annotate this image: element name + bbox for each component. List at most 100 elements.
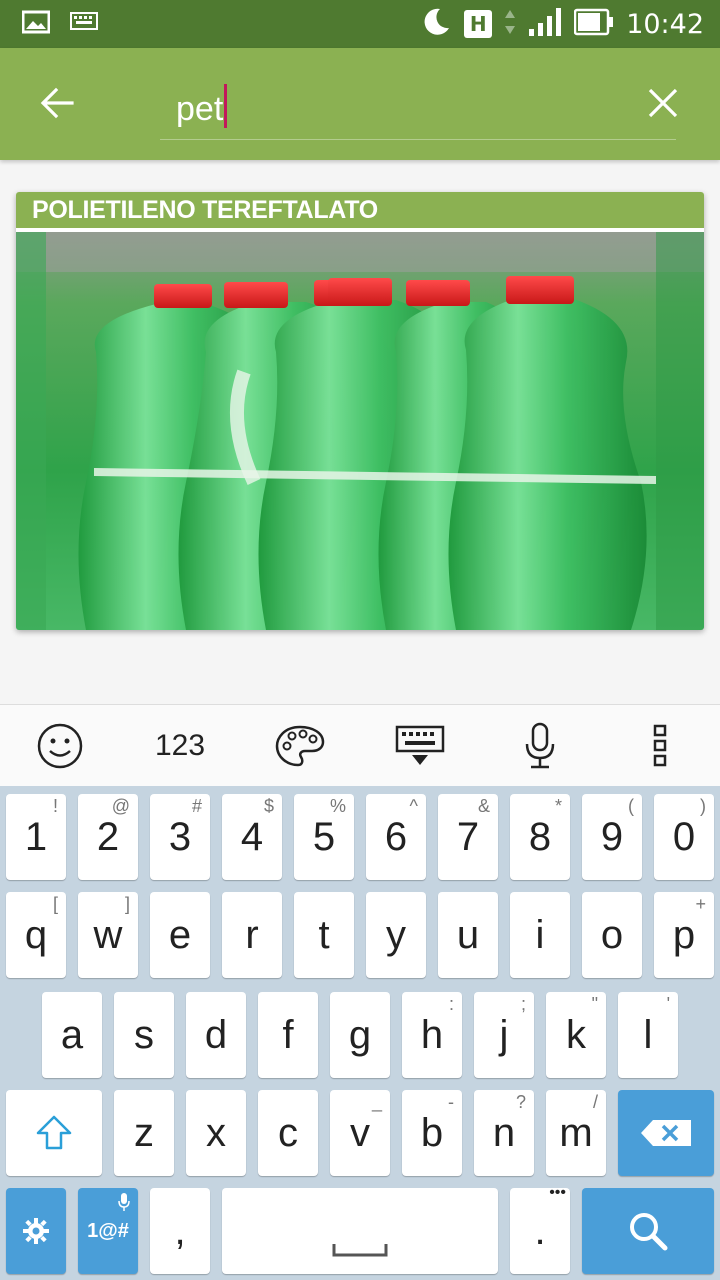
- search-key[interactable]: [582, 1188, 714, 1274]
- key-8[interactable]: 8 *: [510, 794, 570, 880]
- key-n[interactable]: n?: [474, 1090, 534, 1176]
- hide-keyboard-button[interactable]: [360, 705, 480, 787]
- key-label: 4: [240, 814, 264, 859]
- symbols-key[interactable]: 1@#: [78, 1188, 138, 1274]
- key-hint: &: [477, 796, 490, 816]
- key-5[interactable]: 5%: [294, 794, 354, 880]
- numbers-label: 123: [154, 729, 206, 762]
- key-3[interactable]: 3 #: [150, 794, 210, 880]
- key-0[interactable]: 0): [654, 794, 714, 880]
- key-o[interactable]: o: [582, 892, 642, 978]
- gear-icon: [23, 1218, 49, 1244]
- key-hint: /: [592, 1092, 598, 1112]
- key-label: x: [206, 1110, 226, 1155]
- key-e[interactable]: e: [150, 892, 210, 978]
- network-type-badge: H: [464, 10, 493, 38]
- key-7[interactable]: 7 &: [438, 794, 498, 880]
- key-m[interactable]: m /: [546, 1090, 606, 1176]
- key-hint: [: [52, 894, 58, 914]
- key-d[interactable]: d: [186, 992, 246, 1078]
- key-1[interactable]: 1!: [6, 794, 66, 880]
- more-vert-icon: [653, 724, 667, 767]
- numbers-button[interactable]: 123: [120, 705, 240, 787]
- signal-icon: [528, 7, 562, 41]
- search-icon: [630, 1213, 668, 1251]
- key-r[interactable]: r: [222, 892, 282, 978]
- shift-key[interactable]: [6, 1090, 102, 1176]
- key-hint: $: [263, 796, 274, 816]
- key-g[interactable]: g: [330, 992, 390, 1078]
- key-label: f: [282, 1012, 294, 1057]
- clear-search-button[interactable]: [636, 76, 690, 130]
- key-k[interactable]: k ": [546, 992, 606, 1078]
- key-hint: (: [628, 796, 634, 816]
- key-hint: @: [111, 796, 130, 816]
- keyboard-hide-icon: [395, 725, 445, 765]
- back-button[interactable]: [30, 76, 84, 130]
- key-z[interactable]: z: [114, 1090, 174, 1176]
- key-hint: -: [448, 1092, 454, 1112]
- space-key[interactable]: [222, 1188, 498, 1274]
- key-9[interactable]: 9(: [582, 794, 642, 880]
- settings-key[interactable]: [6, 1188, 66, 1274]
- key-a[interactable]: a: [42, 992, 102, 1078]
- key-i[interactable]: i: [510, 892, 570, 978]
- status-bar: H 10:42: [0, 0, 720, 48]
- key-label: 7: [456, 814, 480, 859]
- period-key[interactable]: . •••: [510, 1184, 570, 1274]
- key-w[interactable]: w]: [78, 892, 138, 978]
- key-s[interactable]: s: [114, 992, 174, 1078]
- key-label: 2: [96, 814, 120, 859]
- emoji-button[interactable]: [0, 705, 120, 787]
- key-4[interactable]: 4 $: [222, 794, 282, 880]
- comma-key[interactable]: ,: [150, 1188, 210, 1274]
- voice-input-button[interactable]: [480, 705, 600, 787]
- key-hint: ): [700, 796, 706, 816]
- close-icon: [648, 88, 678, 118]
- key-b[interactable]: b-: [402, 1090, 462, 1176]
- key-6[interactable]: 6 ^: [366, 794, 426, 880]
- key-label: j: [499, 1012, 509, 1057]
- theme-button[interactable]: [240, 705, 360, 787]
- key-x[interactable]: x: [186, 1090, 246, 1176]
- key-label: k: [566, 1012, 586, 1057]
- key-hint: :: [448, 994, 454, 1014]
- key-l[interactable]: l ': [618, 992, 678, 1078]
- back-arrow-icon: [40, 87, 74, 119]
- backspace-key[interactable]: [618, 1090, 714, 1176]
- key-y[interactable]: y: [366, 892, 426, 978]
- key-f[interactable]: f: [258, 992, 318, 1078]
- key-label: r: [245, 912, 259, 957]
- text-caret: [224, 84, 228, 128]
- key-hint: ?: [515, 1092, 526, 1112]
- space-icon: [332, 1244, 388, 1257]
- key-j[interactable]: j;: [474, 992, 534, 1078]
- symbols-label: 1@#: [87, 1219, 129, 1242]
- key-label: e: [168, 912, 192, 957]
- shift-icon: [36, 1115, 72, 1150]
- key-hint: _: [371, 1092, 382, 1112]
- key-hint: ": [591, 994, 598, 1014]
- key-h[interactable]: h:: [402, 992, 462, 1078]
- key-c[interactable]: c: [258, 1090, 318, 1176]
- gallery-icon: [21, 10, 51, 38]
- key-u[interactable]: u: [438, 892, 498, 978]
- key-label: c: [278, 1110, 298, 1155]
- key-t[interactable]: t: [294, 892, 354, 978]
- more-options-button[interactable]: [600, 705, 720, 787]
- key-label: g: [348, 1012, 372, 1057]
- key-hint: %: [329, 796, 346, 816]
- key-q[interactable]: q[: [6, 892, 66, 978]
- period-hint: •••: [549, 1184, 566, 1201]
- key-label: o: [600, 912, 624, 957]
- key-hint: ;: [520, 994, 526, 1014]
- key-p[interactable]: p +: [654, 892, 714, 978]
- key-2[interactable]: 2 @: [78, 794, 138, 880]
- keyboard: 1@# , . ••• 1! 2 @3 #4 $5% 6 ^ 7 & 8 * 9(0) q[w] e r t y…: [0, 786, 720, 1280]
- key-v[interactable]: v _: [330, 1090, 390, 1176]
- period-label: .: [534, 1208, 546, 1253]
- search-field[interactable]: pet: [160, 76, 676, 140]
- key-label: q: [24, 912, 48, 957]
- result-card[interactable]: POLIETILENO TEREFTALATO: [16, 192, 704, 630]
- search-input[interactable]: pet: [176, 84, 228, 129]
